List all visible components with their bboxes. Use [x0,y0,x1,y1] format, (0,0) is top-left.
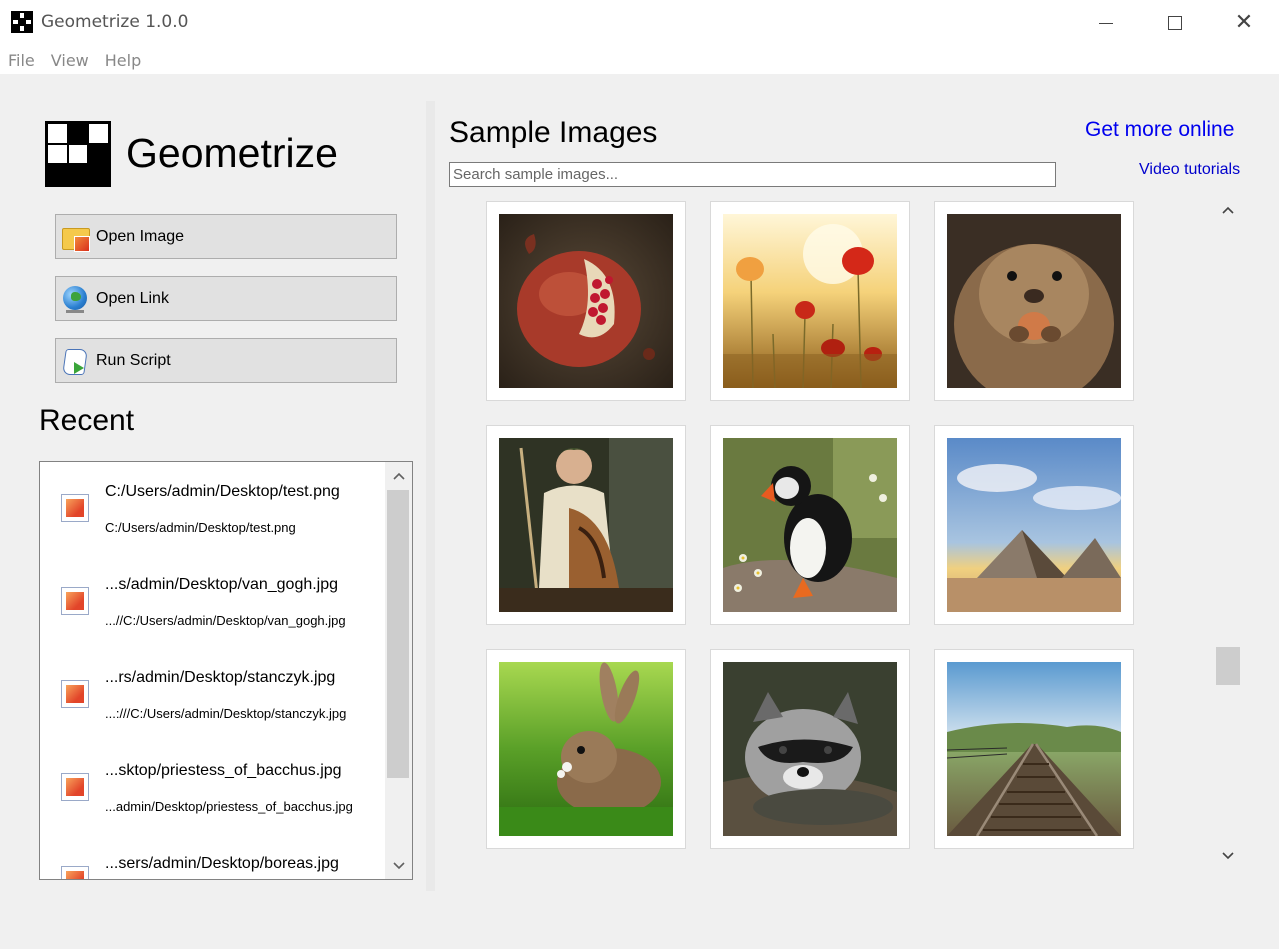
recent-list[interactable]: C:/Users/admin/Desktop/test.png C:/Users… [39,461,413,880]
video-tutorials-link[interactable]: Video tutorials [1139,161,1240,179]
run-script-button[interactable]: Run Script [55,338,397,383]
recent-item-path: ...:///C:/Users/admin/Desktop/stanczyk.j… [105,706,347,721]
image-file-icon [61,866,89,879]
image-file-icon [61,494,89,522]
chevron-up-icon[interactable] [1215,198,1241,222]
puffin-image [723,438,897,612]
brand-name: Geometrize [126,130,338,176]
panel-splitter[interactable] [426,101,435,891]
raccoon-image [723,662,897,836]
recent-scrollbar[interactable] [385,462,412,879]
menu-file[interactable]: File [0,51,43,70]
recent-item-name: C:/Users/admin/Desktop/test.png [105,483,340,500]
sample-image-rabbit[interactable] [486,649,686,849]
image-file-icon [61,680,89,708]
recent-heading: Recent [39,404,135,437]
image-file-icon [61,587,89,615]
recent-item-name: ...rs/admin/Desktop/stanczyk.jpg [105,669,336,686]
menu-bar: File View Help [0,46,1279,74]
sample-image-pomegranate[interactable] [486,201,686,401]
recent-item-name: ...sktop/priestess_of_bacchus.jpg [105,762,342,779]
minimize-button[interactable] [1071,0,1141,46]
sample-image-marmot[interactable] [934,201,1134,401]
recent-item[interactable]: ...sers/admin/Desktop/boreas.jpg [40,834,385,879]
rabbit-image [499,662,673,836]
minimize-icon [1099,22,1113,24]
scrollbar-thumb[interactable] [387,490,409,778]
menu-view[interactable]: View [43,51,97,70]
recent-item-path: C:/Users/admin/Desktop/test.png [105,520,296,535]
open-link-button[interactable]: Open Link [55,276,397,321]
recent-item-path: ...//C:/Users/admin/Desktop/van_gogh.jpg [105,613,346,628]
sample-image-bacchus-painting[interactable] [486,425,686,625]
recent-item[interactable]: ...s/admin/Desktop/van_gogh.jpg ...//C:/… [40,555,385,648]
menu-help[interactable]: Help [97,51,149,70]
samples-scrollbar[interactable] [1215,198,1241,870]
open-image-button[interactable]: Open Image [55,214,397,259]
sample-image-poppies[interactable] [710,201,910,401]
app-icon [11,11,33,33]
image-file-icon [61,773,89,801]
poppies-image [723,214,897,388]
sample-image-pyramids[interactable] [934,425,1134,625]
sample-search-input[interactable] [449,162,1056,187]
railway-tracks-image [947,662,1121,836]
open-link-label: Open Link [96,289,169,307]
marmot-image [947,214,1121,388]
folder-image-icon [60,222,90,252]
close-icon: ✕ [1234,10,1254,35]
get-more-online-link[interactable]: Get more online [1085,118,1234,142]
pyramids-image [947,438,1121,612]
pomegranate-image [499,214,673,388]
open-image-label: Open Image [96,227,185,245]
maximize-icon [1168,16,1182,30]
window-title: Geometrize 1.0.0 [41,12,189,32]
chevron-up-icon[interactable] [385,464,412,488]
chevron-down-icon[interactable] [385,854,412,878]
maximize-button[interactable] [1140,0,1210,46]
sample-image-raccoon[interactable] [710,649,910,849]
close-button[interactable]: ✕ [1209,0,1279,46]
recent-item-name: ...sers/admin/Desktop/boreas.jpg [105,855,339,872]
recent-item-name: ...s/admin/Desktop/van_gogh.jpg [105,576,339,593]
run-script-label: Run Script [96,351,171,369]
chevron-down-icon[interactable] [1215,844,1241,868]
recent-item[interactable]: ...sktop/priestess_of_bacchus.jpg ...adm… [40,741,385,834]
scrollbar-thumb[interactable] [1216,647,1240,685]
recent-item[interactable]: ...rs/admin/Desktop/stanczyk.jpg ...:///… [40,648,385,741]
recent-item-path: ...admin/Desktop/priestess_of_bacchus.jp… [105,799,353,814]
recent-item[interactable]: C:/Users/admin/Desktop/test.png C:/Users… [40,462,385,555]
script-icon [60,346,90,376]
geometrize-logo-icon [45,121,111,187]
title-bar: Geometrize 1.0.0 ✕ [0,0,1279,46]
globe-icon [60,284,90,314]
sample-image-railway-tracks[interactable] [934,649,1134,849]
sample-image-puffin[interactable] [710,425,910,625]
sample-images-heading: Sample Images [449,116,658,149]
bacchus-painting-image [499,438,673,612]
